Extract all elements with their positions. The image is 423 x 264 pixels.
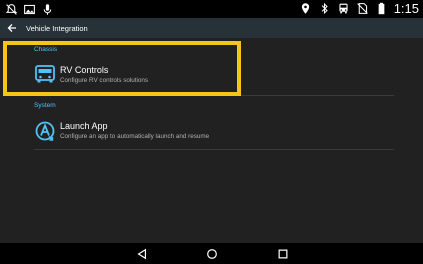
image-icon — [22, 2, 36, 16]
section-header-system: System — [34, 102, 56, 109]
battery-icon — [375, 2, 389, 16]
bluetooth-icon — [318, 2, 332, 16]
clock: 1:15 — [393, 1, 419, 16]
nav-recents-button[interactable] — [276, 247, 290, 261]
status-bar: 1:15 — [0, 0, 423, 18]
back-button[interactable] — [0, 18, 24, 38]
divider — [34, 149, 394, 150]
pref-title: Launch App — [60, 121, 108, 131]
app-bar: Vehicle Integration — [0, 18, 423, 38]
pref-summary: Configure RV controls solutions — [60, 77, 149, 84]
bus-icon — [337, 2, 351, 16]
divider — [34, 95, 394, 96]
recents-square-icon — [278, 249, 288, 259]
nav-home-button[interactable] — [205, 247, 219, 261]
rv-icon — [34, 63, 56, 85]
pref-item-rv-controls[interactable]: RV Controls Configure RV controls soluti… — [0, 59, 423, 95]
launch-app-icon — [34, 120, 56, 142]
notification-muted-icon — [4, 2, 18, 16]
back-triangle-icon — [137, 248, 147, 260]
page-title: Vehicle Integration — [26, 23, 88, 33]
section-header-chassis: Chassis — [34, 46, 58, 53]
navigation-bar — [0, 243, 423, 264]
location-icon — [299, 2, 313, 16]
home-circle-icon — [207, 249, 217, 259]
nav-back-button[interactable] — [135, 247, 149, 261]
pref-item-launch-app[interactable]: Launch App Configure an app to automatic… — [0, 114, 423, 150]
settings-list: Chassis RV Controls Configure RV control… — [0, 38, 423, 243]
pref-title: RV Controls — [60, 65, 109, 75]
no-sim-icon — [356, 2, 370, 16]
pref-summary: Configure an app to automatically launch… — [60, 133, 210, 140]
arrow-back-icon — [7, 24, 16, 32]
microphone-icon — [40, 2, 54, 16]
